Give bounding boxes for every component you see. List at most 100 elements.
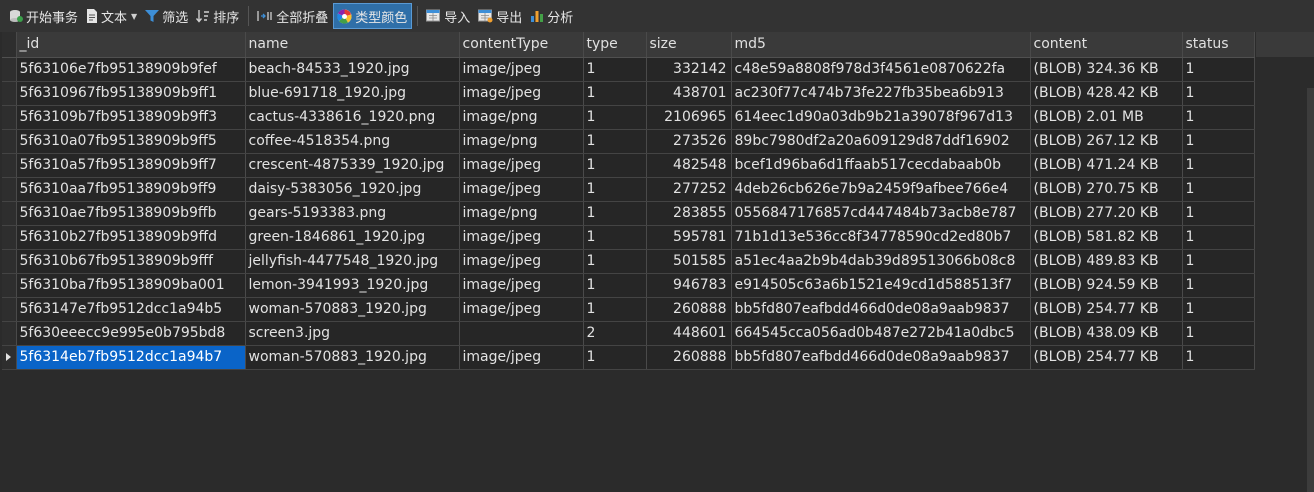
cell-name[interactable]: blue-691718_1920.jpg	[245, 81, 460, 106]
cell-size[interactable]: 501585	[646, 249, 732, 274]
cell-content[interactable]: (BLOB) 428.42 KB	[1030, 81, 1183, 106]
table-row[interactable]: 5f6310ae7fb95138909b9ffb gears-5193383.pn…	[2, 201, 1255, 226]
cell-content[interactable]: (BLOB) 254.77 KB	[1030, 345, 1183, 370]
row-marker[interactable]	[2, 81, 17, 106]
text-button[interactable]: 文本 ▼	[83, 3, 141, 29]
cell-size[interactable]: 482548	[646, 153, 732, 178]
cell-md5[interactable]: 4deb26cb626e7b9a2459f9afbee766e4	[731, 177, 1031, 202]
cell-status[interactable]: 1	[1182, 321, 1255, 346]
cell-contenttype[interactable]: image/jpeg	[459, 57, 584, 82]
cell-size[interactable]: 2106965	[646, 105, 732, 130]
table-row[interactable]: 5f63147e7fb9512dcc1a94b5 woman-570883_192…	[2, 297, 1255, 322]
cell-id[interactable]: 5f6310b27fb95138909b9ffd	[16, 225, 246, 250]
cell-type[interactable]: 1	[583, 297, 647, 322]
cell-id[interactable]: 5f6314eb7fb9512dcc1a94b7	[16, 345, 246, 370]
cell-type[interactable]: 1	[583, 177, 647, 202]
row-marker[interactable]	[2, 273, 17, 298]
cell-md5[interactable]: e914505c63a6b1521e49cd1d588513f7	[731, 273, 1031, 298]
cell-md5[interactable]: ac230f77c474b73fe227fb35bea6b913	[731, 81, 1031, 106]
cell-type[interactable]: 1	[583, 225, 647, 250]
cell-content[interactable]: (BLOB) 471.24 KB	[1030, 153, 1183, 178]
table-row[interactable]: 5f63106e7fb95138909b9fef beach-84533_1920…	[2, 57, 1255, 82]
cell-type[interactable]: 1	[583, 345, 647, 370]
begin-transaction-button[interactable]: 开始事务	[6, 3, 82, 29]
cell-size[interactable]: 277252	[646, 177, 732, 202]
cell-name[interactable]: gears-5193383.png	[245, 201, 460, 226]
cell-id[interactable]: 5f63147e7fb9512dcc1a94b5	[16, 297, 246, 322]
vertical-scrollbar[interactable]	[1307, 88, 1314, 492]
cell-md5[interactable]: c48e59a8808f978d3f4561e0870622fa	[731, 57, 1031, 82]
cell-content[interactable]: (BLOB) 277.20 KB	[1030, 201, 1183, 226]
cell-size[interactable]: 595781	[646, 225, 732, 250]
cell-name[interactable]: coffee-4518354.png	[245, 129, 460, 154]
cell-size[interactable]: 332142	[646, 57, 732, 82]
row-marker[interactable]	[2, 177, 17, 202]
cell-contenttype[interactable]: image/png	[459, 129, 584, 154]
row-marker[interactable]	[2, 153, 17, 178]
column-header-md5[interactable]: md5	[731, 32, 1031, 58]
table-row[interactable]: 5f6314eb7fb9512dcc1a94b7 woman-570883_192…	[2, 345, 1255, 370]
row-marker[interactable]	[2, 249, 17, 274]
cell-status[interactable]: 1	[1182, 225, 1255, 250]
table-row[interactable]: 5f6310a07fb95138909b9ff5 coffee-4518354.p…	[2, 129, 1255, 154]
cell-type[interactable]: 1	[583, 249, 647, 274]
export-button[interactable]: 导出	[475, 3, 526, 29]
cell-name[interactable]: jellyfish-4477548_1920.jpg	[245, 249, 460, 274]
cell-id[interactable]: 5f6310ae7fb95138909b9ffb	[16, 201, 246, 226]
cell-status[interactable]: 1	[1182, 345, 1255, 370]
cell-content[interactable]: (BLOB) 489.83 KB	[1030, 249, 1183, 274]
cell-contenttype[interactable]: image/jpeg	[459, 225, 584, 250]
cell-status[interactable]: 1	[1182, 201, 1255, 226]
cell-content[interactable]: (BLOB) 267.12 KB	[1030, 129, 1183, 154]
cell-content[interactable]: (BLOB) 254.77 KB	[1030, 297, 1183, 322]
row-marker[interactable]	[2, 225, 17, 250]
column-header-id[interactable]: _id	[16, 32, 246, 58]
table-row[interactable]: 5f63109b7fb95138909b9ff3 cactus-4338616_1…	[2, 105, 1255, 130]
cell-name[interactable]: cactus-4338616_1920.png	[245, 105, 460, 130]
cell-status[interactable]: 1	[1182, 249, 1255, 274]
cell-contenttype[interactable]: image/jpeg	[459, 81, 584, 106]
cell-id[interactable]: 5f6310967fb95138909b9ff1	[16, 81, 246, 106]
cell-contenttype[interactable]: image/jpeg	[459, 345, 584, 370]
cell-id[interactable]: 5f6310a57fb95138909b9ff7	[16, 153, 246, 178]
cell-md5[interactable]: bb5fd807eafbdd466d0de08a9aab9837	[731, 297, 1031, 322]
cell-status[interactable]: 1	[1182, 297, 1255, 322]
cell-name[interactable]: woman-570883_1920.jpg	[245, 297, 460, 322]
cell-type[interactable]: 1	[583, 201, 647, 226]
type-color-button[interactable]: 类型颜色	[333, 3, 413, 29]
cell-md5[interactable]: bcef1d96ba6d1ffaab517cecdabaab0b	[731, 153, 1031, 178]
cell-id[interactable]: 5f6310aa7fb95138909b9ff9	[16, 177, 246, 202]
column-header-content[interactable]: content	[1030, 32, 1183, 58]
cell-name[interactable]: screen3.jpg	[245, 321, 460, 346]
cell-md5[interactable]: a51ec4aa2b9b4dab39d89513066b08c8	[731, 249, 1031, 274]
import-button[interactable]: 导入	[423, 3, 474, 29]
cell-content[interactable]: (BLOB) 924.59 KB	[1030, 273, 1183, 298]
row-marker[interactable]	[2, 105, 17, 130]
cell-name[interactable]: lemon-3941993_1920.jpg	[245, 273, 460, 298]
cell-type[interactable]: 1	[583, 273, 647, 298]
row-marker[interactable]	[2, 345, 17, 370]
row-marker[interactable]	[2, 321, 17, 346]
table-row[interactable]: 5f6310967fb95138909b9ff1 blue-691718_1920…	[2, 81, 1255, 106]
cell-id[interactable]: 5f63106e7fb95138909b9fef	[16, 57, 246, 82]
column-header-type[interactable]: type	[583, 32, 647, 58]
cell-contenttype[interactable]: image/jpeg	[459, 297, 584, 322]
cell-contenttype[interactable]: image/jpeg	[459, 153, 584, 178]
cell-type[interactable]: 1	[583, 81, 647, 106]
cell-content[interactable]: (BLOB) 324.36 KB	[1030, 57, 1183, 82]
cell-type[interactable]: 1	[583, 105, 647, 130]
cell-id[interactable]: 5f6310a07fb95138909b9ff5	[16, 129, 246, 154]
row-marker[interactable]	[2, 57, 17, 82]
cell-md5[interactable]: 614eec1d90a03db9b21a39078f967d13	[731, 105, 1031, 130]
cell-content[interactable]: (BLOB) 2.01 MB	[1030, 105, 1183, 130]
cell-id[interactable]: 5f630eeecc9e995e0b795bd8	[16, 321, 246, 346]
table-row[interactable]: 5f6310aa7fb95138909b9ff9 daisy-5383056_19…	[2, 177, 1255, 202]
filter-button[interactable]: 筛选	[142, 3, 192, 29]
column-header-contenttype[interactable]: contentType	[459, 32, 584, 58]
table-row[interactable]: 5f6310b67fb95138909b9fff jellyfish-447754…	[2, 249, 1255, 274]
table-row[interactable]: 5f6310a57fb95138909b9ff7 crescent-4875339…	[2, 153, 1255, 178]
cell-name[interactable]: daisy-5383056_1920.jpg	[245, 177, 460, 202]
cell-md5[interactable]: 89bc7980df2a20a609129d87ddf16902	[731, 129, 1031, 154]
cell-size[interactable]: 273526	[646, 129, 732, 154]
cell-status[interactable]: 1	[1182, 273, 1255, 298]
